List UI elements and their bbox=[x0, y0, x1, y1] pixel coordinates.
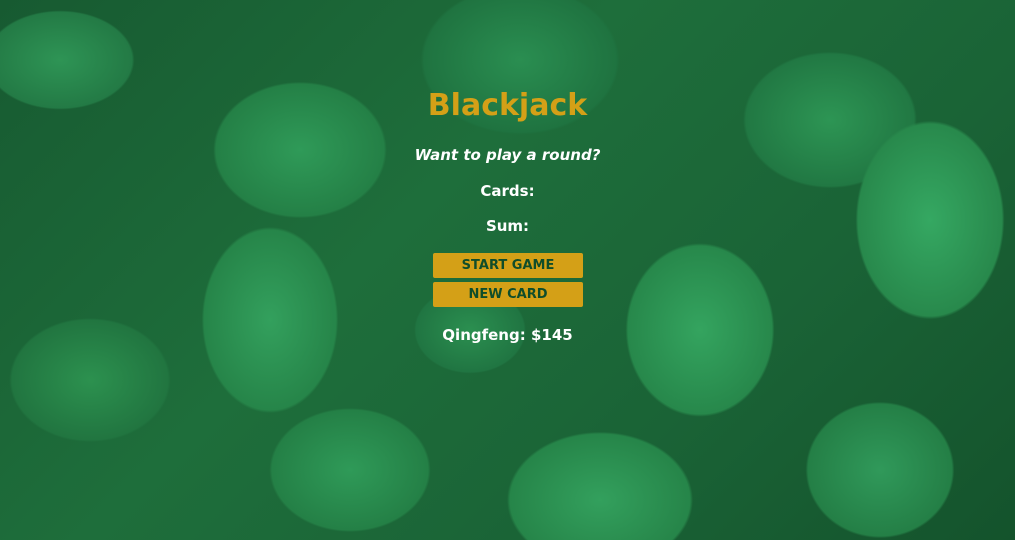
start-game-button[interactable]: START GAME bbox=[433, 253, 583, 278]
game-message: Want to play a round? bbox=[414, 146, 601, 164]
new-card-button[interactable]: NEW CARD bbox=[433, 282, 583, 307]
cards-label: Cards: bbox=[480, 182, 535, 200]
sum-label: Sum: bbox=[485, 217, 530, 235]
game-panel: Blackjack Want to play a round? Cards: S… bbox=[0, 0, 1015, 540]
game-title: Blackjack bbox=[427, 88, 588, 123]
player-info: Qingfeng: $145 bbox=[442, 326, 573, 344]
